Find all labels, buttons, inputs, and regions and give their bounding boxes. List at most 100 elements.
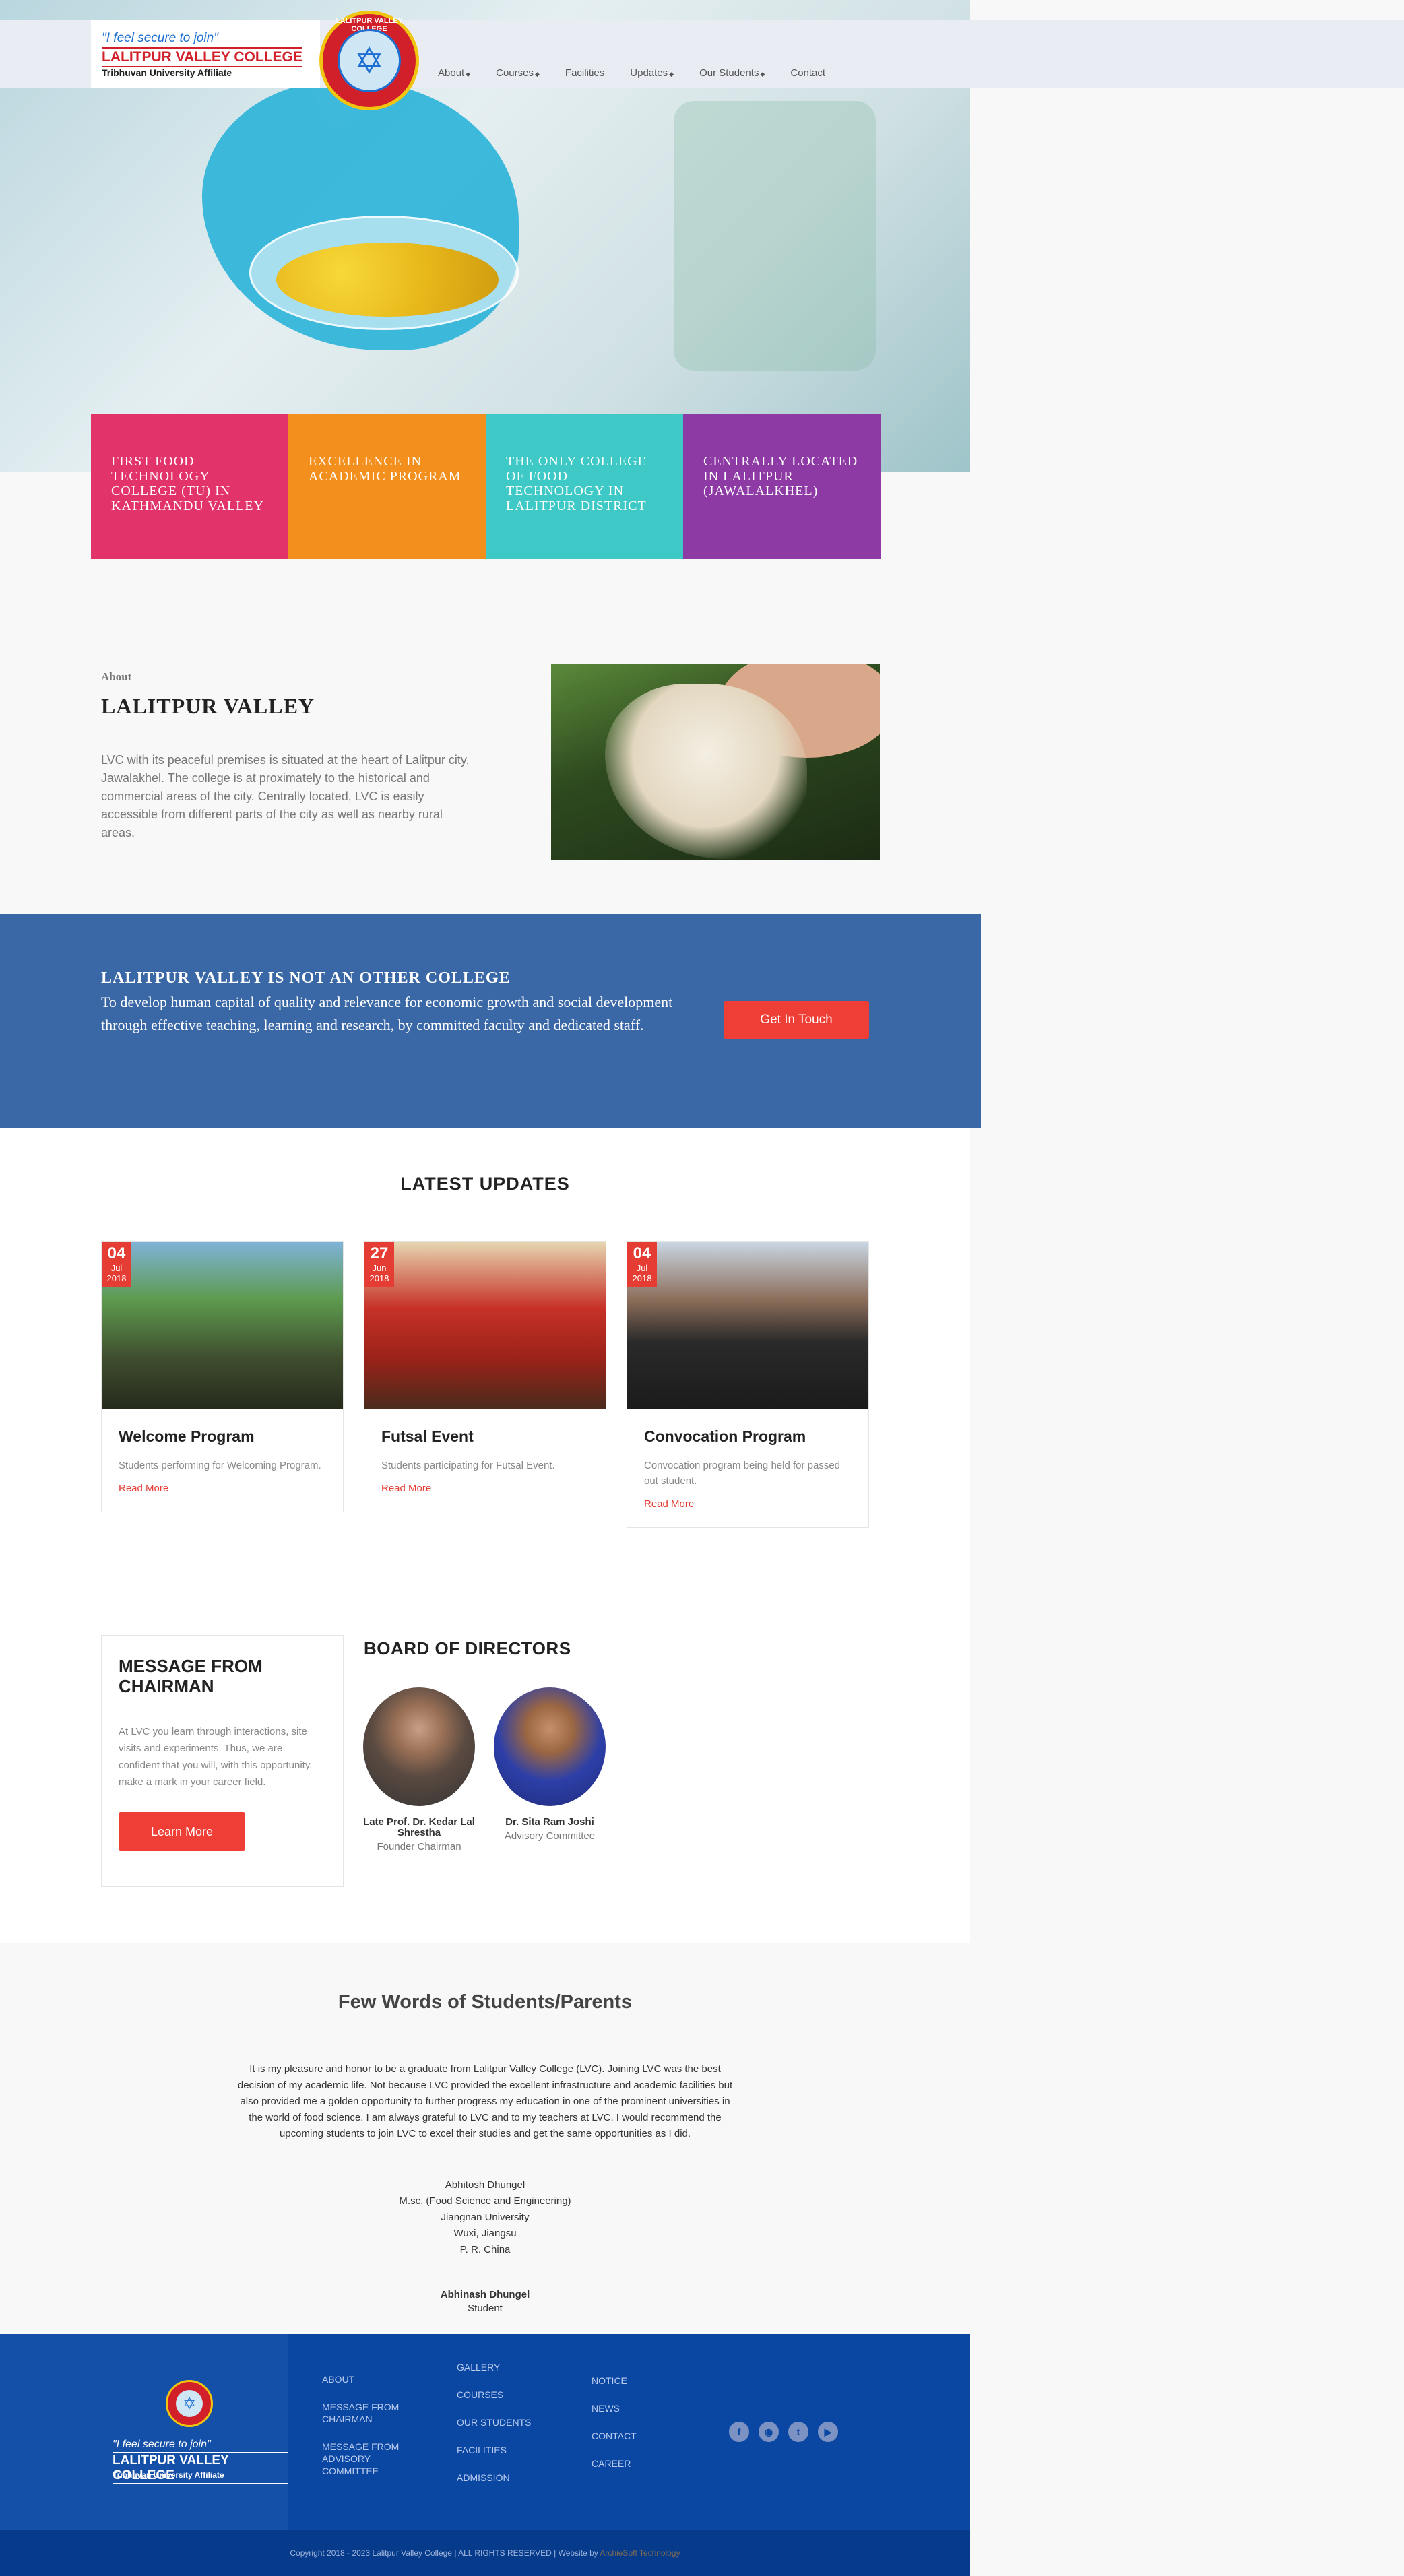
social-links: f ◉ t ▶ <box>729 2422 838 2442</box>
learn-more-button[interactable]: Learn More <box>119 1812 245 1851</box>
nav-our-students[interactable]: Our Students ◆ <box>699 67 765 79</box>
mission-band: LALITPUR VALLEY IS NOT AN OTHER COLLEGE … <box>0 914 981 1128</box>
card-title[interactable]: Welcome Program <box>119 1427 326 1446</box>
site-footer: ✡ "I feel secure to join" LALITPUR VALLE… <box>0 2334 970 2530</box>
hero-lab-background <box>674 101 876 371</box>
about-rice-image <box>551 664 880 860</box>
band-title: LALITPUR VALLEY IS NOT AN OTHER COLLEGE <box>101 969 511 987</box>
footer-affiliate: Tribhuvan University Affiliate <box>113 2470 224 2480</box>
caret-down-icon: ◆ <box>466 71 471 77</box>
footer-seal-icon[interactable]: ✡ <box>166 2380 213 2427</box>
page-side-space <box>970 88 1404 2576</box>
director-name: Dr. Sita Ram Joshi <box>505 1816 594 1828</box>
footer-links-col-2: GALLERY COURSES OUR STUDENTS FACILITIES … <box>457 2361 558 2499</box>
welcome-program-image[interactable]: 04 Jul 2018 <box>102 1242 343 1409</box>
developer-link[interactable]: ArchieSoft Technology <box>600 2548 680 2558</box>
card-description: Students performing for Welcoming Progra… <box>119 1460 321 1471</box>
director-role: Founder Chairman <box>377 1841 461 1853</box>
caret-down-icon: ◆ <box>760 71 765 77</box>
twitter-icon[interactable]: t <box>788 2422 808 2442</box>
footer-link-message-chairman[interactable]: MESSAGE FROM CHAIRMAN <box>322 2401 423 2425</box>
date-badge: 04 Jul 2018 <box>627 1242 657 1287</box>
signature-line: Jiangnan University <box>441 2212 530 2223</box>
feature-box: THE ONLY COLLEGE OF FOOD TECHNOLOGY IN L… <box>486 414 683 559</box>
footer-tagline: "I feel secure to join" <box>113 2439 211 2450</box>
feature-box: EXCELLENCE IN ACADEMIC PROGRAM <box>288 414 486 559</box>
read-more-link[interactable]: Read More <box>119 1483 326 1494</box>
footer-link-gallery[interactable]: GALLERY <box>457 2361 558 2373</box>
caret-down-icon: ◆ <box>669 71 674 77</box>
footer-link-facilities[interactable]: FACILITIES <box>457 2444 558 2456</box>
nav-contact[interactable]: Contact <box>790 67 825 79</box>
date-badge: 27 Jun 2018 <box>364 1242 394 1287</box>
read-more-link[interactable]: Read More <box>381 1483 589 1494</box>
instagram-icon[interactable]: ◉ <box>759 2422 779 2442</box>
footer-link-our-students[interactable]: OUR STUDENTS <box>457 2416 558 2428</box>
youtube-icon[interactable]: ▶ <box>818 2422 838 2442</box>
logo-tagline: "I feel secure to join" <box>102 31 218 45</box>
nav-updates[interactable]: Updates ◆ <box>630 67 674 79</box>
site-logo[interactable]: "I feel secure to join" LALITPUR VALLEY … <box>91 20 320 88</box>
update-card[interactable]: 04 Jul 2018 Convocation Program Convocat… <box>627 1241 869 1528</box>
chairman-title: MESSAGE FROM CHAIRMAN <box>119 1656 263 1696</box>
director-role: Advisory Committee <box>504 1830 596 1842</box>
main-nav: About ◆ Courses ◆ Facilities Updates ◆ Our … <box>438 67 851 79</box>
director-name: Late Prof. Dr. Kedar Lal Shrestha <box>363 1816 475 1838</box>
about-text: LVC with its peaceful premises is situat… <box>101 753 470 839</box>
copyright-label: Copyright 2018 - 2023 Lalitpur Valley Co… <box>290 2548 598 2558</box>
star-of-david-icon: ✡ <box>338 29 401 92</box>
footer-link-about[interactable]: ABOUT <box>322 2373 423 2385</box>
convocation-program-image[interactable]: 04 Jul 2018 <box>627 1242 868 1409</box>
logo-college-name: LALITPUR VALLEY COLLEGE <box>102 47 302 67</box>
director-photo <box>494 1687 606 1806</box>
footer-link-admission[interactable]: ADMISSION <box>457 2472 558 2484</box>
read-more-link[interactable]: Read More <box>644 1498 852 1510</box>
hero-corn <box>276 243 499 317</box>
testimonial-text: It is my pleasure and honor to be a grad… <box>237 2063 733 2139</box>
chairman-text: At LVC you learn through interactions, s… <box>119 1726 313 1788</box>
date-month: Jul <box>636 1263 648 1273</box>
date-month: Jul <box>110 1263 123 1273</box>
card-title[interactable]: Futsal Event <box>381 1427 589 1446</box>
signature-line: Wuxi, Jiangsu <box>453 2228 517 2239</box>
director-card: Late Prof. Dr. Kedar Lal Shrestha Founde… <box>352 1687 486 1853</box>
date-day: 04 <box>633 1244 651 1262</box>
footer-links-col-1: ABOUT MESSAGE FROM CHAIRMAN MESSAGE FROM… <box>322 2373 423 2492</box>
board-title: BOARD OF DIRECTORS <box>364 1638 571 1659</box>
updates-title: LATEST UPDATES <box>400 1173 570 1194</box>
date-year: 2018 <box>369 1273 389 1283</box>
futsal-event-image[interactable]: 27 Jun 2018 <box>364 1242 606 1409</box>
nav-facilities[interactable]: Facilities <box>565 67 604 79</box>
nav-courses[interactable]: Courses ◆ <box>496 67 540 79</box>
date-month: Jun <box>372 1263 387 1273</box>
footer-link-contact[interactable]: CONTACT <box>592 2430 693 2442</box>
testimonial-signature: Abhitosh Dhungel M.sc. (Food Science and… <box>0 2177 970 2258</box>
testimonial-title: Few Words of Students/Parents <box>338 1991 633 2013</box>
card-title[interactable]: Convocation Program <box>644 1427 852 1446</box>
caret-down-icon: ◆ <box>534 71 540 77</box>
about-label: About <box>101 670 132 683</box>
nav-about[interactable]: About ◆ <box>438 67 470 79</box>
star-of-david-icon: ✡ <box>176 2390 203 2417</box>
update-card[interactable]: 27 Jun 2018 Futsal Event Students partic… <box>364 1241 606 1512</box>
date-year: 2018 <box>106 1273 127 1283</box>
date-day: 27 <box>370 1244 389 1262</box>
footer-link-career[interactable]: CAREER <box>592 2457 693 2470</box>
feature-box: FIRST FOOD TECHNOLOGY COLLEGE (TU) IN KA… <box>91 414 288 559</box>
date-day: 04 <box>107 1244 126 1262</box>
college-seal-icon[interactable]: LALITPUR VALLEY COLLEGE ✡ <box>319 11 419 110</box>
testimonial-name: Abhinash Dhungel <box>440 2289 530 2300</box>
logo-affiliate: Tribhuvan University Affiliate <box>102 67 232 78</box>
director-photo <box>363 1687 475 1806</box>
footer-link-message-advisory[interactable]: MESSAGE FROM ADVISORY COMMITTEE <box>322 2441 423 2477</box>
get-in-touch-button[interactable]: Get In Touch <box>724 1001 869 1039</box>
footer-link-news[interactable]: NEWS <box>592 2402 693 2414</box>
copyright-text: Copyright 2018 - 2023 Lalitpur Valley Co… <box>0 2548 970 2558</box>
footer-links-col-3: NOTICE NEWS CONTACT CAREER <box>592 2375 693 2485</box>
copyright-bar: Copyright 2018 - 2023 Lalitpur Valley Co… <box>0 2530 970 2576</box>
footer-link-courses[interactable]: COURSES <box>457 2389 558 2401</box>
rice-shape <box>605 684 807 859</box>
footer-link-notice[interactable]: NOTICE <box>592 2375 693 2387</box>
update-card[interactable]: 04 Jul 2018 Welcome Program Students per… <box>101 1241 344 1512</box>
facebook-icon[interactable]: f <box>729 2422 749 2442</box>
